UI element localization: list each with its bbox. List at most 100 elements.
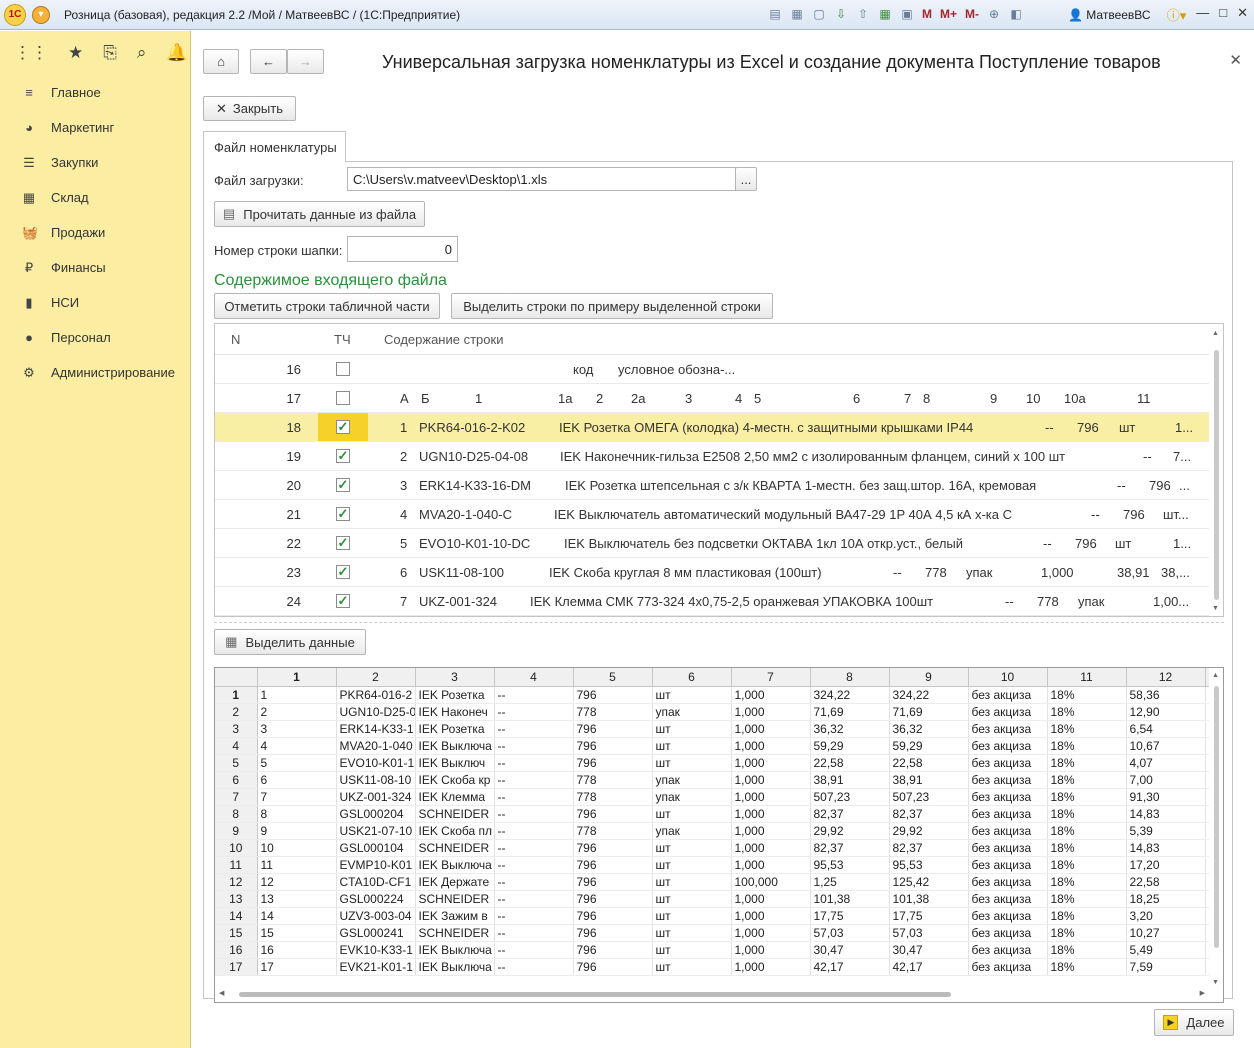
table-cell[interactable]: 1,000 [731, 924, 811, 942]
table-row[interactable]: 14 14 UZV3-003-04 IEK Зажим в -- 796 шт 1,000 17… [215, 907, 1223, 925]
table-cell[interactable]: 1,25 [810, 873, 890, 891]
table-cell[interactable]: -- [494, 941, 574, 959]
row-checkbox[interactable]: ✓ [336, 478, 350, 492]
column-header[interactable]: 6 [652, 668, 732, 687]
row-checkbox[interactable]: ✓ [336, 536, 350, 550]
sidebar-item-finance[interactable]: ₽ Финансы [0, 250, 190, 285]
column-header[interactable]: 12 [1126, 668, 1206, 687]
table-row[interactable]: 16 код условное обозна-... [215, 355, 1209, 384]
table-cell[interactable]: без акциза [968, 686, 1048, 704]
table-cell[interactable]: 18% [1047, 788, 1127, 806]
table-cell[interactable]: IEK Выключа [415, 941, 495, 959]
table-cell[interactable]: 36,32 [810, 720, 890, 738]
table-cell[interactable]: 57,03 [810, 924, 890, 942]
table-cell[interactable]: 17,75 [810, 907, 890, 925]
table-cell[interactable]: 58,36 [1126, 686, 1206, 704]
table-cell[interactable]: 1,000 [731, 754, 811, 772]
col-n-header[interactable]: N [231, 332, 240, 347]
table-cell[interactable]: 22,58 [1126, 873, 1206, 891]
table-cell[interactable]: 12 [257, 873, 337, 891]
table-cell[interactable]: IEK Розетка [415, 686, 495, 704]
table-cell[interactable]: -- [494, 703, 574, 721]
table-cell[interactable]: 59,29 [810, 737, 890, 755]
row-header[interactable]: 4 [215, 737, 258, 755]
table-cell[interactable]: UKZ-001-324 [336, 788, 416, 806]
table-cell[interactable]: 18% [1047, 873, 1127, 891]
table-cell[interactable]: шт [652, 958, 732, 976]
sidebar-item-nsi[interactable]: ▮ НСИ [0, 285, 190, 320]
table-cell[interactable]: без акциза [968, 839, 1048, 857]
table-cell[interactable]: 796 [573, 856, 653, 874]
table-cell[interactable]: -- [494, 890, 574, 908]
table-cell[interactable]: без акциза [968, 703, 1048, 721]
sidebar-item-sales[interactable]: 🧺 Продажи [0, 215, 190, 250]
table-row[interactable]: 17 17 EVK21-K01-1 IEK Выключа -- 796 шт 1,000 42… [215, 958, 1223, 976]
table-cell[interactable]: шт [652, 754, 732, 772]
scroll-down-icon[interactable]: ▼ [1212, 605, 1219, 612]
table-cell[interactable]: 324,22 [810, 686, 890, 704]
file-select-button[interactable]: ... [735, 167, 757, 191]
column-header[interactable]: 3 [415, 668, 495, 687]
table-cell[interactable]: 4 [257, 737, 337, 755]
table-cell[interactable]: 22,58 [889, 754, 969, 772]
table-cell[interactable]: 1,000 [731, 686, 811, 704]
table-cell[interactable]: 57,03 [889, 924, 969, 942]
table-cell[interactable]: 82,37 [810, 839, 890, 857]
table-cell[interactable]: ERK14-K33-1 [336, 720, 416, 738]
table-cell[interactable]: -- [494, 839, 574, 857]
table-cell[interactable]: 18% [1047, 720, 1127, 738]
table-cell[interactable]: шт [652, 839, 732, 857]
table-cell[interactable]: 7,00 [1126, 771, 1206, 789]
table-cell[interactable]: -- [494, 805, 574, 823]
row-header[interactable]: 2 [215, 703, 258, 721]
table-cell[interactable]: 82,37 [810, 805, 890, 823]
table-cell[interactable]: 1,000 [731, 890, 811, 908]
table-cell[interactable]: IEK Выключ [415, 754, 495, 772]
print-icon[interactable]: ▦ [788, 5, 806, 23]
row-header[interactable]: 9 [215, 822, 258, 840]
row-header[interactable]: 13 [215, 890, 258, 908]
table-cell[interactable]: 18% [1047, 924, 1127, 942]
table-cell[interactable]: -- [494, 907, 574, 925]
close-button[interactable]: ✕ Закрыть [203, 96, 296, 121]
table-row[interactable]: 16 16 EVK10-K33-1 IEK Выключа -- 796 шт 1,000 30… [215, 941, 1223, 959]
row-header[interactable]: 7 [215, 788, 258, 806]
table-cell[interactable]: 778 [573, 822, 653, 840]
next-button[interactable]: ▶ Далее [1154, 1009, 1234, 1036]
minimize-icon[interactable]: — [1196, 5, 1209, 24]
table-cell[interactable]: 38,91 [810, 771, 890, 789]
table-cell[interactable]: 796 [573, 873, 653, 891]
memory-mplus-button[interactable]: M+ [938, 7, 959, 21]
home-button[interactable]: ⌂ [203, 49, 239, 74]
table-cell[interactable]: шт [652, 941, 732, 959]
table-cell[interactable]: 82,37 [889, 839, 969, 857]
scroll-left-icon[interactable]: ◀ [219, 989, 224, 997]
table-cell[interactable]: PKR64-016-2 [336, 686, 416, 704]
table-cell[interactable]: 796 [573, 737, 653, 755]
table-cell[interactable]: без акциза [968, 924, 1048, 942]
table-cell[interactable]: 16 [257, 941, 337, 959]
table-cell[interactable]: IEK Держате [415, 873, 495, 891]
table-cell[interactable]: без акциза [968, 771, 1048, 789]
table-cell[interactable]: IEK Наконеч [415, 703, 495, 721]
table-row[interactable]: 12 12 CTA10D-CF1 IEK Держате -- 796 шт 100,000 1… [215, 873, 1223, 891]
table-cell[interactable]: -- [494, 856, 574, 874]
sidebar-item-warehouse[interactable]: ▦ Склад [0, 180, 190, 215]
upload-icon[interactable]: ⇧ [854, 5, 872, 23]
sidebar-item-admin[interactable]: ⚙ Администрирование [0, 355, 190, 390]
table-cell[interactable]: 95,53 [810, 856, 890, 874]
table-cell[interactable]: IEK Скоба кр [415, 771, 495, 789]
table-cell[interactable]: 125,42 [889, 873, 969, 891]
row-header[interactable]: 16 [215, 941, 258, 959]
save-icon[interactable]: ▤ [766, 5, 784, 23]
scroll-up-icon[interactable]: ▲ [1212, 330, 1219, 337]
table-cell[interactable]: 14,83 [1126, 805, 1206, 823]
calculator-icon[interactable]: ▦ [876, 5, 894, 23]
table-cell[interactable]: IEK Выключа [415, 958, 495, 976]
row-header[interactable]: 11 [215, 856, 258, 874]
table-cell[interactable]: без акциза [968, 958, 1048, 976]
table-row[interactable]: 7 7 UKZ-001-324 IEK Клемма -- 778 упак 1,000 507… [215, 788, 1223, 806]
info-icon[interactable]: ⓘ▾ [1167, 5, 1187, 24]
table-cell[interactable]: 6 [257, 771, 337, 789]
table-cell[interactable]: шт [652, 737, 732, 755]
